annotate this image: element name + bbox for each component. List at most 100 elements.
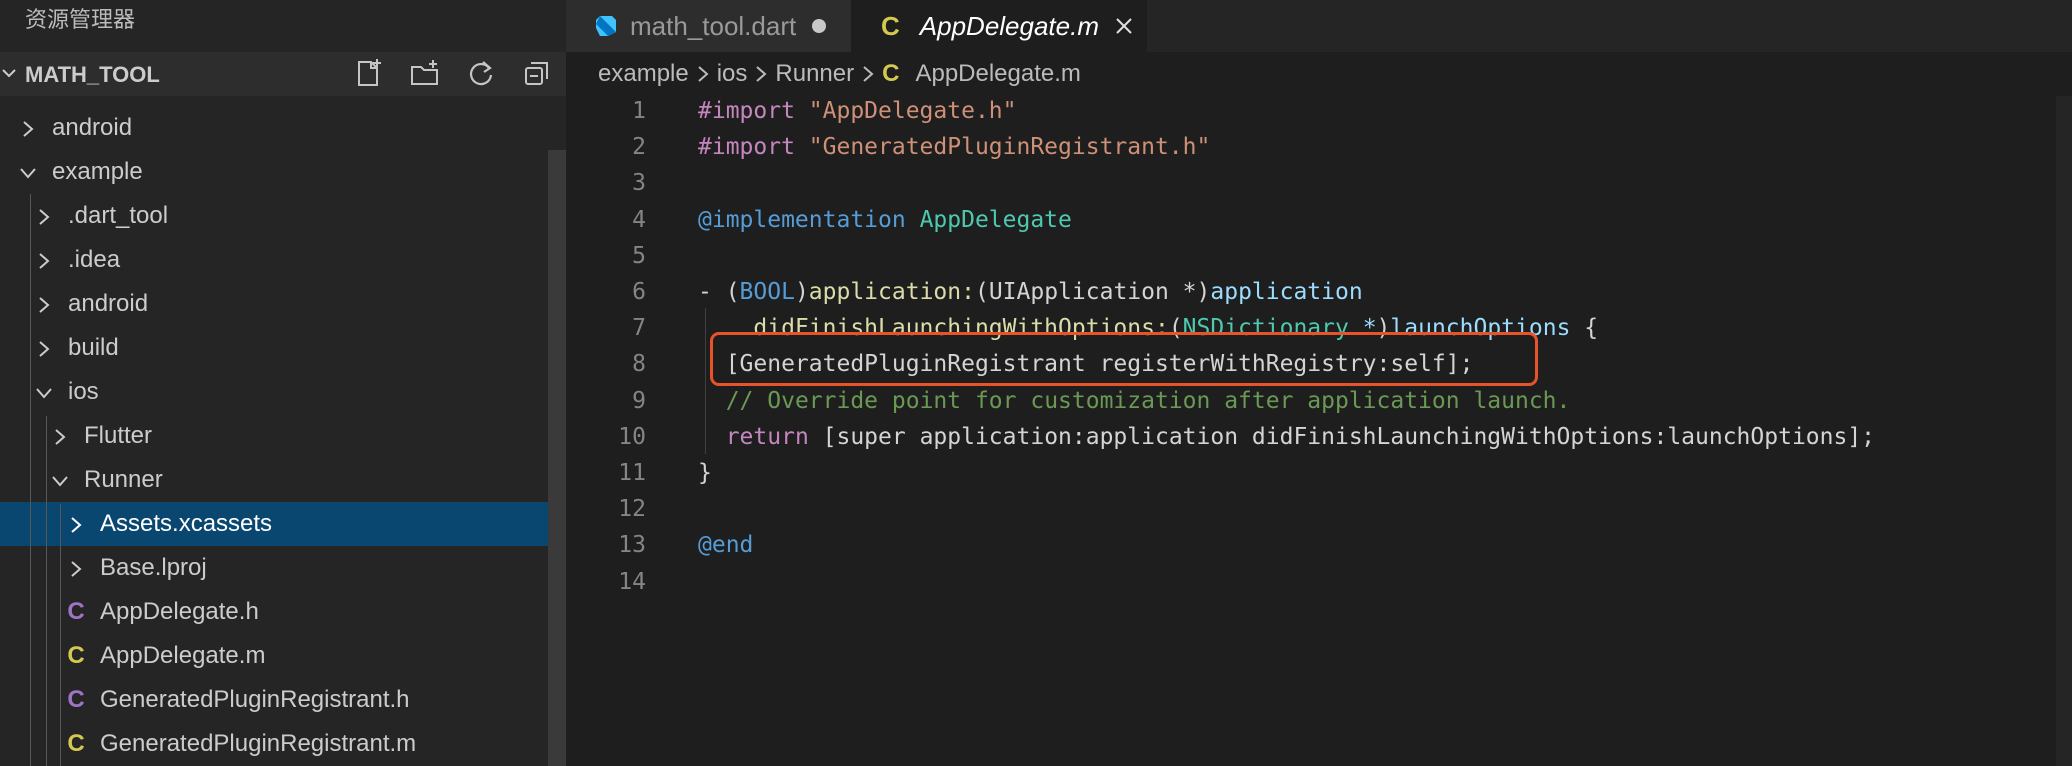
c-file-icon: C [67,730,85,757]
tree-item[interactable]: C AppDelegate.h [0,590,566,634]
chevron-right-icon [862,52,874,96]
tree-indent-guide [46,416,47,766]
chevron-right-icon [34,282,54,326]
line-number: 12 [618,496,646,523]
code-token: BOOL [739,279,795,305]
tree-item-label: .idea [68,246,121,273]
code-line: // Override point for customization afte… [698,388,1571,414]
tree-item-label: android [68,290,149,317]
line-number: 5 [632,242,646,269]
tree-item-label: build [68,334,119,361]
editor-scrollbar[interactable] [2056,96,2072,766]
chevron-right-icon [34,326,54,370]
chevron-right-icon [66,502,86,546]
line-number: 8 [632,351,646,378]
tree-indent-guide [60,504,61,766]
tree-item[interactable]: Runner [0,458,566,502]
chevron-right-icon [66,546,86,590]
chevron-right-icon [18,106,38,150]
line-number: 7 [632,315,646,342]
tree-item-label: .dart_tool [68,202,169,229]
tree-item[interactable]: .idea [0,238,566,282]
code-token: "GeneratedPluginRegistrant.h" [808,134,1211,161]
tab-bar: math_tool.dart C AppDelegate.m [566,0,2072,52]
indent-guide [705,308,706,454]
code-token: @end [698,532,754,559]
explorer-sidebar: 资源管理器 MATH_TOOL android example .dart_tool… [0,0,566,766]
chevron-down-icon [34,370,54,414]
line-number: 10 [618,423,646,450]
tree-item-label: AppDelegate.h [100,598,259,625]
code-line: - (BOOL)application:(UIApplication *)app… [698,279,1363,305]
unsaved-dot-icon[interactable] [812,19,827,33]
code-token: #import [698,98,809,124]
code-token: #import [698,134,809,161]
collapse-all-icon[interactable] [520,56,554,90]
sidebar-scrollbar[interactable] [548,150,566,766]
tree-item[interactable]: C AppDelegate.m [0,634,566,678]
code-token: (UIApplication *) [974,279,1211,305]
tab-appdelegate-m[interactable]: C AppDelegate.m [851,0,1147,52]
tree-item[interactable]: .dart_tool [0,194,566,238]
tree-item[interactable]: Flutter [0,414,566,458]
refresh-icon[interactable] [464,56,498,90]
line-number: 9 [632,387,646,414]
code-editor[interactable]: 1 #import "AppDelegate.h" 2 #import "Genera… [566,96,2072,766]
code-line: #import "AppDelegate.h" [698,98,1017,124]
tree-item-label: Base.lproj [100,554,207,581]
code-token: { [1570,315,1599,342]
tree-item-label: Assets.xcassets [100,510,273,537]
tab-math-tool-dart[interactable]: math_tool.dart [566,0,851,52]
chevron-right-icon [50,414,70,458]
chevron-right-icon [755,52,767,96]
line-number: 11 [618,460,646,486]
code-token: ) [794,279,809,305]
breadcrumb-item[interactable]: example [598,60,689,87]
code-token: - ( [698,279,740,305]
highlight-box [710,332,1538,386]
tab-label: AppDelegate.m [919,10,1100,41]
chevron-down-icon [2,64,16,85]
file-tree: android example .dart_tool .idea android buil… [0,106,566,766]
chevron-down-icon [50,458,70,502]
code-token: application [1210,279,1363,305]
c-file-icon: C [67,642,85,669]
tree-item[interactable]: android [0,106,566,150]
tree-item[interactable]: build [0,326,566,370]
tree-item[interactable]: Assets.xcassets [0,502,566,546]
tab-label: math_tool.dart [630,10,797,41]
code-line: @end [698,532,753,558]
breadcrumb-item[interactable]: Runner [775,60,854,87]
line-number: 4 [632,206,646,233]
tree-item-label: Flutter [84,422,153,449]
project-header[interactable]: MATH_TOOL [0,52,566,96]
tree-item[interactable]: example [0,150,566,194]
tree-item[interactable]: Base.lproj [0,546,566,590]
code-token: AppDelegate [919,206,1072,233]
code-line: } [698,460,712,486]
code-token: [super application:application didFinish… [808,423,1876,450]
c-file-icon: C [882,60,900,87]
tree-item[interactable]: android [0,282,566,326]
code-line: #import "GeneratedPluginRegistrant.h" [698,134,1210,160]
tree-item[interactable]: ios [0,370,566,414]
new-folder-icon[interactable] [408,56,442,90]
line-number: 13 [618,532,646,559]
breadcrumb-item[interactable]: AppDelegate.m [915,60,1080,87]
code-token: return [725,423,809,450]
new-file-icon[interactable] [352,56,386,90]
c-file-icon: C [67,598,85,625]
tree-item[interactable]: C GeneratedPluginRegistrant.h [0,678,566,722]
line-number: 6 [632,279,646,305]
explorer-title: 资源管理器 [25,7,136,32]
tree-indent-guide [30,194,31,766]
tree-item[interactable]: C GeneratedPluginRegistrant.m [0,722,566,766]
breadcrumb-item[interactable]: ios [717,60,748,87]
code-token: "AppDelegate.h" [808,98,1017,124]
close-icon[interactable] [1115,17,1133,35]
code-token: @implementation [698,206,920,233]
chevron-down-icon [18,150,38,194]
chevron-right-icon [34,238,54,282]
